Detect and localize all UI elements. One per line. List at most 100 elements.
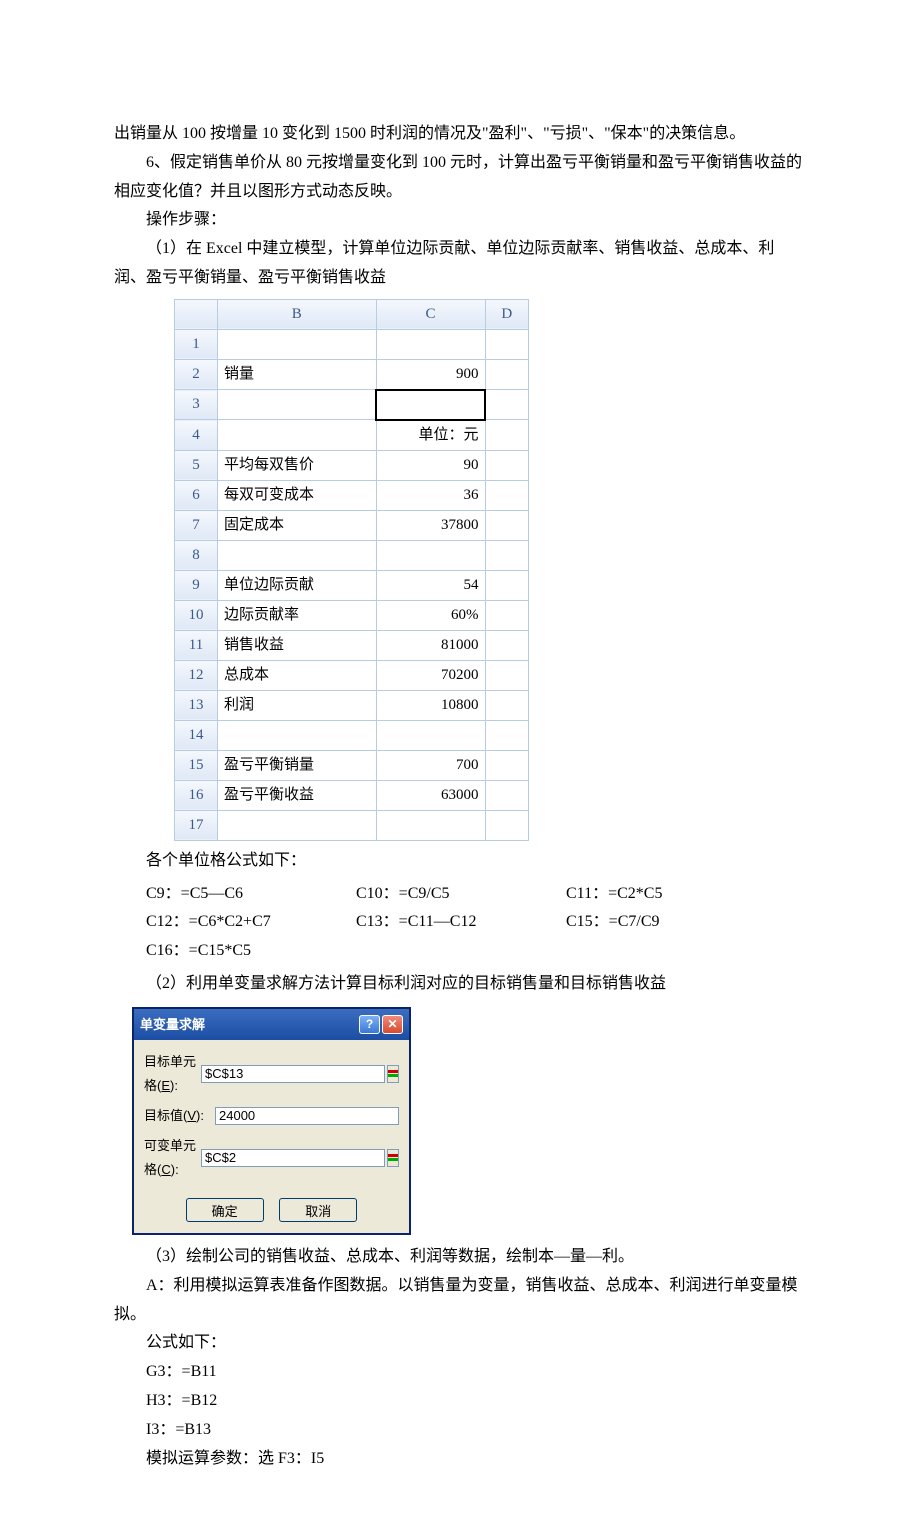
table-row: 1 bbox=[175, 329, 529, 359]
formula: C11：=C2*C5 bbox=[534, 880, 744, 909]
paragraph: 模拟运算参数：选 F3：I5 bbox=[114, 1445, 806, 1474]
paragraph: I3：=B13 bbox=[114, 1416, 806, 1445]
cell bbox=[485, 780, 529, 810]
help-button[interactable]: ? bbox=[359, 1015, 380, 1034]
paragraph: 各个单位格公式如下： bbox=[114, 847, 806, 876]
cell: 总成本 bbox=[218, 660, 377, 690]
cell: 盈亏平衡收益 bbox=[218, 780, 377, 810]
cell: 盈亏平衡销量 bbox=[218, 750, 377, 780]
cell bbox=[218, 810, 377, 840]
cell: 37800 bbox=[376, 510, 485, 540]
cancel-button[interactable]: 取消 bbox=[279, 1198, 357, 1222]
cell: 固定成本 bbox=[218, 510, 377, 540]
formula: C15：=C7/C9 bbox=[534, 908, 744, 937]
paragraph: G3：=B11 bbox=[114, 1358, 806, 1387]
ok-button[interactable]: 确定 bbox=[186, 1198, 264, 1222]
paragraph: 6、假定销售单价从 80 元按增量变化到 100 元时，计算出盈亏平衡销量和盈亏… bbox=[114, 149, 806, 207]
formula: C13：=C11—C12 bbox=[324, 908, 534, 937]
cell bbox=[376, 390, 485, 420]
cell: 60% bbox=[376, 600, 485, 630]
col-header-d: D bbox=[485, 299, 529, 329]
cell bbox=[485, 660, 529, 690]
changing-cell-label: 可变单元格(C): bbox=[144, 1134, 201, 1181]
row-header: 2 bbox=[175, 359, 218, 390]
table-row: 7固定成本37800 bbox=[175, 510, 529, 540]
row-header: 14 bbox=[175, 720, 218, 750]
cell bbox=[485, 450, 529, 480]
row-header: 8 bbox=[175, 540, 218, 570]
cell bbox=[485, 420, 529, 451]
formula-list: C9：=C5—C6 C10：=C9/C5 C11：=C2*C5 C12：=C6*… bbox=[114, 880, 806, 966]
target-cell-input[interactable] bbox=[201, 1065, 385, 1083]
row-header: 3 bbox=[175, 390, 218, 420]
close-button[interactable]: ✕ bbox=[382, 1015, 403, 1034]
changing-cell-input[interactable] bbox=[201, 1149, 385, 1167]
range-picker-icon bbox=[388, 1154, 398, 1161]
cell: 63000 bbox=[376, 780, 485, 810]
close-icon: ✕ bbox=[387, 1014, 397, 1036]
row-header: 9 bbox=[175, 570, 218, 600]
row-header: 5 bbox=[175, 450, 218, 480]
formula: C12：=C6*C2+C7 bbox=[114, 908, 324, 937]
cell bbox=[218, 420, 377, 451]
cell bbox=[485, 750, 529, 780]
row-header: 12 bbox=[175, 660, 218, 690]
cell bbox=[485, 329, 529, 359]
table-row: 16盈亏平衡收益63000 bbox=[175, 780, 529, 810]
cell bbox=[218, 390, 377, 420]
paragraph: 公式如下： bbox=[114, 1329, 806, 1358]
excel-screenshot: B C D 12销量90034单位：元5平均每双售价906每双可变成本367固定… bbox=[174, 299, 806, 841]
cell: 81000 bbox=[376, 630, 485, 660]
cell: 90 bbox=[376, 450, 485, 480]
cell: 利润 bbox=[218, 690, 377, 720]
table-row: 2销量900 bbox=[175, 359, 529, 390]
goal-seek-dialog: 单变量求解 ? ✕ 目标单元格(E): 目标值(V): bbox=[132, 1007, 411, 1235]
paragraph: H3：=B12 bbox=[114, 1387, 806, 1416]
cell: 700 bbox=[376, 750, 485, 780]
cell bbox=[485, 390, 529, 420]
table-row: 3 bbox=[175, 390, 529, 420]
paragraph: （1）在 Excel 中建立模型，计算单位边际贡献、单位边际贡献率、销售收益、总… bbox=[114, 235, 806, 293]
collapse-dialog-button[interactable] bbox=[387, 1065, 399, 1083]
cell bbox=[218, 720, 377, 750]
col-header-c: C bbox=[376, 299, 485, 329]
cell bbox=[485, 690, 529, 720]
table-row: 9单位边际贡献54 bbox=[175, 570, 529, 600]
cell bbox=[376, 540, 485, 570]
row-header: 7 bbox=[175, 510, 218, 540]
table-row: 12总成本70200 bbox=[175, 660, 529, 690]
cell bbox=[376, 720, 485, 750]
corner-cell bbox=[175, 299, 218, 329]
cell: 54 bbox=[376, 570, 485, 600]
target-value-label: 目标值(V): bbox=[144, 1104, 215, 1127]
cell: 10800 bbox=[376, 690, 485, 720]
table-row: 10边际贡献率60% bbox=[175, 600, 529, 630]
cell bbox=[485, 720, 529, 750]
row-header: 15 bbox=[175, 750, 218, 780]
table-row: 6每双可变成本36 bbox=[175, 480, 529, 510]
paragraph: 出销量从 100 按增量 10 变化到 1500 时利润的情况及"盈利"、"亏损… bbox=[114, 120, 806, 149]
target-value-input[interactable] bbox=[215, 1107, 399, 1125]
cell bbox=[376, 329, 485, 359]
range-picker-icon bbox=[388, 1070, 398, 1077]
row-header: 17 bbox=[175, 810, 218, 840]
cell bbox=[485, 510, 529, 540]
cell bbox=[218, 540, 377, 570]
cell: 每双可变成本 bbox=[218, 480, 377, 510]
table-row: 8 bbox=[175, 540, 529, 570]
cell bbox=[485, 600, 529, 630]
dialog-titlebar: 单变量求解 ? ✕ bbox=[134, 1009, 409, 1040]
paragraph: （2）利用单变量求解方法计算目标利润对应的目标销售量和目标销售收益 bbox=[114, 970, 806, 999]
row-header: 10 bbox=[175, 600, 218, 630]
excel-table: B C D 12销量90034单位：元5平均每双售价906每双可变成本367固定… bbox=[174, 299, 529, 841]
row-header: 4 bbox=[175, 420, 218, 451]
cell: 36 bbox=[376, 480, 485, 510]
table-row: 5平均每双售价90 bbox=[175, 450, 529, 480]
cell bbox=[485, 810, 529, 840]
dialog-title: 单变量求解 bbox=[140, 1013, 357, 1036]
collapse-dialog-button[interactable] bbox=[387, 1149, 399, 1167]
table-row: 4单位：元 bbox=[175, 420, 529, 451]
table-row: 13利润10800 bbox=[175, 690, 529, 720]
cell bbox=[485, 570, 529, 600]
cell: 边际贡献率 bbox=[218, 600, 377, 630]
